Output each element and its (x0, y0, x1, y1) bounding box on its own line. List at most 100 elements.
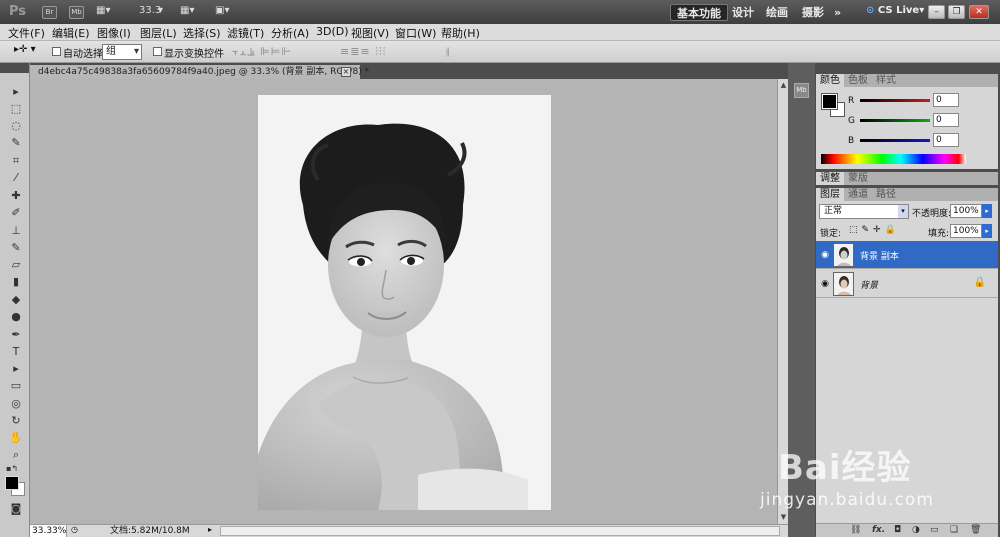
zoom-dropdown-icon[interactable]: ▾ (158, 5, 163, 16)
mini-bridge-panel-icon[interactable]: Mb (794, 83, 809, 98)
path-select-tool-icon[interactable]: ▸ (8, 361, 24, 377)
screen-mode-icon[interactable]: ▣▾ (215, 5, 229, 16)
cs-live-button[interactable]: ⊙ CS Live▾ (866, 5, 924, 16)
tab-masks[interactable]: 蒙版 (844, 172, 872, 185)
quick-select-tool-icon[interactable]: ✎ (8, 135, 24, 151)
tab-adjustments[interactable]: 调整 (816, 172, 844, 185)
lock-icons[interactable]: ⬚✎✛🔒 (849, 225, 900, 235)
lasso-tool-icon[interactable]: ◌ (8, 118, 24, 134)
visibility-eye-icon[interactable]: ◉ (819, 278, 831, 290)
mask-icon[interactable]: ◘ (894, 525, 901, 535)
close-tab-icon[interactable]: × (341, 67, 351, 77)
minimize-icon[interactable]: – (928, 5, 945, 19)
new-layer-icon[interactable]: ❏ (950, 525, 958, 535)
hand-tool-icon[interactable]: ✋ (8, 430, 24, 446)
workspace-design[interactable]: 设计 (726, 4, 760, 21)
menu-layer[interactable]: 图层(L) (140, 25, 177, 41)
foreground-color-swatch[interactable] (821, 93, 838, 110)
fill-input[interactable]: 100% (950, 224, 982, 238)
auto-select-checkbox[interactable] (52, 47, 61, 56)
status-info-icon[interactable]: ◷ (71, 525, 78, 534)
tab-styles[interactable]: 样式 (872, 74, 900, 87)
healing-brush-tool-icon[interactable]: ✚ (8, 188, 24, 204)
tab-channels[interactable]: 通道 (844, 188, 872, 201)
channel-g-input[interactable]: 0 (933, 113, 959, 127)
menu-select[interactable]: 选择(S) (183, 25, 221, 41)
tab-layers[interactable]: 图层 (816, 188, 844, 201)
status-zoom-field[interactable]: 33.33% (30, 525, 67, 537)
opacity-input[interactable]: 100% (950, 204, 982, 218)
eyedropper-tool-icon[interactable]: ⁄ (8, 170, 24, 186)
menu-edit[interactable]: 编辑(E) (52, 25, 90, 41)
workspace-painting[interactable]: 绘画 (760, 4, 794, 21)
pen-tool-icon[interactable]: ✒ (8, 327, 24, 343)
channel-r-input[interactable]: 0 (933, 93, 959, 107)
3d-rotate-tool-icon[interactable]: ◎ (8, 396, 24, 412)
shape-tool-icon[interactable]: ▭ (8, 378, 24, 394)
eraser-tool-icon[interactable]: ▱ (8, 257, 24, 273)
distribute-icons[interactable]: ≡≣≡ ⫶⫶⫶ (340, 45, 386, 59)
foreground-color-swatch[interactable] (5, 476, 19, 490)
menu-filter[interactable]: 滤镜(T) (227, 25, 264, 41)
3d-orbit-tool-icon[interactable]: ↻ (8, 413, 24, 429)
channel-g-slider[interactable] (860, 119, 930, 122)
marquee-tool-icon[interactable]: ⬚ (8, 101, 24, 117)
auto-select-dropdown[interactable]: 组 ▾ (102, 44, 142, 60)
blend-mode-dropdown[interactable]: 正常 ▾ (819, 204, 909, 219)
tools-panel-header[interactable] (0, 63, 29, 73)
document-tab[interactable]: d4ebc4a75c49838a3fa65609784f9a40.jpeg @ … (30, 65, 369, 79)
restore-icon[interactable]: ❐ (948, 5, 965, 19)
menu-file[interactable]: 文件(F) (8, 25, 45, 41)
adjustment-icon[interactable]: ◑ (912, 525, 920, 535)
align-icons[interactable]: ⫟⫠⫡ ⊫⊨⊩ (232, 45, 292, 59)
fill-arrow-icon[interactable]: ▸ (982, 224, 992, 238)
menu-help[interactable]: 帮助(H) (441, 25, 480, 41)
default-colors-icon[interactable]: ▪↰ (4, 461, 20, 477)
bridge-button[interactable]: Br (42, 6, 57, 19)
opacity-arrow-icon[interactable]: ▸ (982, 204, 992, 218)
workspace-essentials[interactable]: 基本功能 (670, 4, 728, 21)
type-tool-icon[interactable]: T (8, 344, 24, 360)
menu-analysis[interactable]: 分析(A) (271, 25, 309, 41)
link-icon[interactable]: ⛓ (850, 525, 861, 535)
mini-bridge-button[interactable]: Mb (69, 6, 84, 19)
arrange-documents-icon[interactable]: ▦▾ (180, 5, 194, 16)
trash-icon[interactable]: 🗑 (970, 525, 981, 535)
channel-b-slider[interactable] (860, 139, 930, 142)
layer-row[interactable]: ◉ 背景 副本 (816, 241, 998, 269)
tab-swatches[interactable]: 色板 (844, 74, 872, 87)
menu-3d[interactable]: 3D(D) (316, 25, 349, 38)
show-transform-checkbox[interactable] (153, 47, 162, 56)
quick-mask-icon[interactable]: ◙ (8, 501, 24, 517)
history-brush-tool-icon[interactable]: ✎ (8, 240, 24, 256)
folder-icon[interactable]: ▭ (930, 525, 939, 535)
close-icon[interactable]: ✕ (969, 5, 989, 19)
workspace-photography[interactable]: 摄影 (796, 4, 830, 21)
horizontal-scrollbar[interactable] (220, 526, 780, 536)
layer-row[interactable]: ◉ 背景 🔒 (816, 270, 998, 298)
status-menu-icon[interactable]: ▸ (208, 525, 212, 534)
channel-b-input[interactable]: 0 (933, 133, 959, 147)
document-image[interactable] (258, 95, 551, 510)
move-tool-preset-icon[interactable]: ▸✛ ▾ (14, 44, 36, 55)
visibility-eye-icon[interactable]: ◉ (819, 249, 831, 261)
brush-tool-icon[interactable]: ✐ (8, 205, 24, 221)
gradient-tool-icon[interactable]: ▮ (8, 274, 24, 290)
clone-stamp-tool-icon[interactable]: ⊥ (8, 223, 24, 239)
blur-tool-icon[interactable]: ◆ (8, 292, 24, 308)
view-extras-icon[interactable]: ▦▾ (96, 5, 110, 16)
auto-align-icon[interactable]: ⫲ (446, 45, 451, 59)
dodge-tool-icon[interactable]: ● (8, 309, 24, 325)
tab-paths[interactable]: 路径 (872, 188, 900, 201)
more-workspaces-icon[interactable]: » (828, 4, 847, 21)
scroll-up-icon[interactable]: ▲ (779, 81, 788, 90)
move-tool-icon[interactable]: ▸ (8, 84, 24, 100)
menu-view[interactable]: 视图(V) (351, 25, 389, 41)
menu-image[interactable]: 图像(I) (97, 25, 131, 41)
tab-color[interactable]: 颜色 (816, 74, 844, 87)
crop-tool-icon[interactable]: ⌗ (8, 153, 24, 169)
color-spectrum[interactable] (821, 154, 966, 164)
channel-r-slider[interactable] (860, 99, 930, 102)
fx-icon[interactable]: fx. (872, 525, 885, 535)
menu-window[interactable]: 窗口(W) (395, 25, 436, 41)
